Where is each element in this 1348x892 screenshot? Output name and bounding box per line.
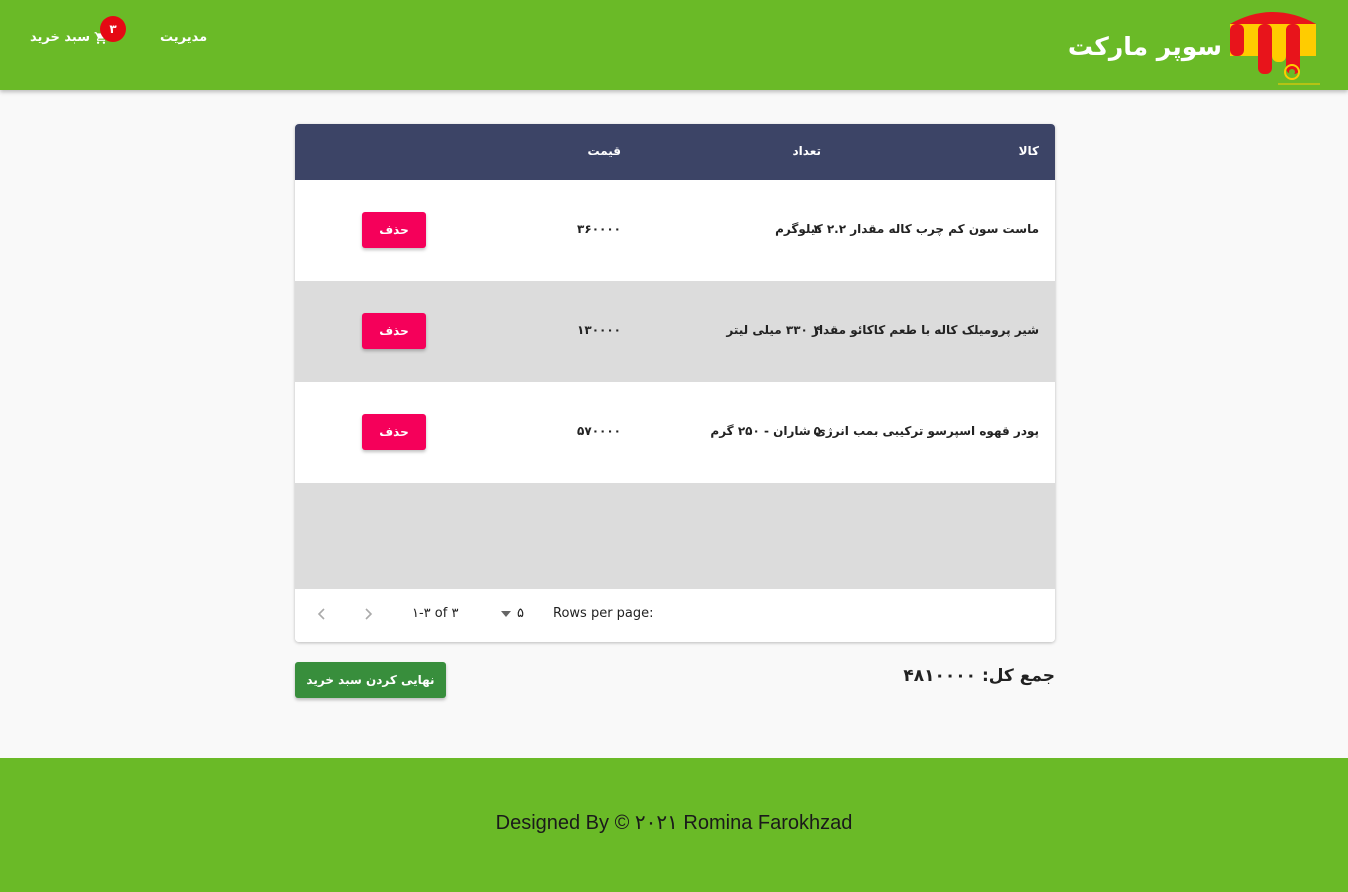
pagination-range: ۱-۳ of ۳ bbox=[412, 606, 459, 621]
store-awning-logo bbox=[1230, 12, 1320, 85]
table-pagination: Rows per page: ۵ ۱-۳ of ۳ bbox=[295, 589, 1055, 642]
cart-label: سبد خرید bbox=[30, 30, 90, 45]
top-nav: سبد خرید ۳ مدیریت bbox=[30, 16, 207, 45]
product-name: شیر پروميلک کاله با طعم کاکائو مقدار ۳۳۰… bbox=[726, 323, 1039, 337]
dropdown-arrow-icon bbox=[501, 610, 511, 617]
rows-per-page-label: Rows per page: bbox=[553, 606, 654, 621]
total-label: جمع کل: bbox=[981, 666, 1055, 686]
table-header: کالا قیمت تعداد bbox=[295, 124, 1055, 180]
previous-page-button[interactable] bbox=[311, 604, 331, 624]
product-price: ۳۶۰۰۰۰ bbox=[577, 222, 621, 236]
cart-count-badge: ۳ bbox=[100, 16, 126, 42]
cart-total: جمع کل: ۴۸۱۰۰۰۰ bbox=[903, 666, 1055, 686]
brand[interactable]: سوپر مارکت bbox=[1068, 6, 1320, 86]
table-row: ماست سون کم چرب کاله مقدار ۲.۲ کیلوگرم ۳… bbox=[295, 180, 1055, 281]
chevron-right-icon bbox=[365, 608, 373, 620]
page-footer: Designed By © ۲۰۲۱ Romina Farokhzad bbox=[0, 758, 1348, 892]
product-name: پودر قهوه اسپرسو ترکیبی بمب انرژی شاران … bbox=[710, 424, 1039, 438]
column-header-product: کالا bbox=[1018, 144, 1039, 158]
table-row: پودر قهوه اسپرسو ترکیبی بمب انرژی شاران … bbox=[295, 382, 1055, 483]
product-price: ۱۳۰۰۰۰ bbox=[577, 323, 621, 337]
column-header-quantity: تعداد bbox=[792, 144, 821, 158]
product-quantity: ۴ bbox=[813, 323, 821, 337]
cart-link[interactable]: سبد خرید ۳ bbox=[30, 16, 126, 45]
delete-button[interactable]: حذف bbox=[362, 414, 426, 450]
brand-title: سوپر مارکت bbox=[1067, 31, 1222, 61]
table-row: شیر پروميلک کاله با طعم کاکائو مقدار ۳۳۰… bbox=[295, 281, 1055, 382]
next-page-button[interactable] bbox=[359, 604, 379, 624]
admin-link[interactable]: مدیریت bbox=[160, 30, 207, 45]
delete-button[interactable]: حذف bbox=[362, 313, 426, 349]
cart-table: کالا قیمت تعداد ماست سون کم چرب کاله مقد… bbox=[295, 124, 1055, 642]
checkout-button[interactable]: نهایی کردن سبد خرید bbox=[295, 662, 446, 698]
footer-credit: Designed By © ۲۰۲۱ Romina Farokhzad bbox=[495, 812, 853, 834]
empty-table-row bbox=[295, 483, 1055, 589]
rows-per-page-select[interactable]: ۵ bbox=[501, 606, 524, 621]
app-header: سوپر مارکت سبد خرید ۳ مدیریت bbox=[0, 0, 1348, 90]
product-price: ۵۷۰۰۰۰ bbox=[577, 424, 621, 438]
delete-button[interactable]: حذف bbox=[362, 212, 426, 248]
product-quantity: ۴ bbox=[813, 222, 821, 236]
rows-per-page-value: ۵ bbox=[517, 606, 524, 621]
product-quantity: ۵ bbox=[813, 424, 821, 438]
column-header-price: قیمت bbox=[587, 144, 621, 158]
total-value: ۴۸۱۰۰۰۰ bbox=[903, 666, 976, 686]
chevron-left-icon bbox=[317, 608, 325, 620]
